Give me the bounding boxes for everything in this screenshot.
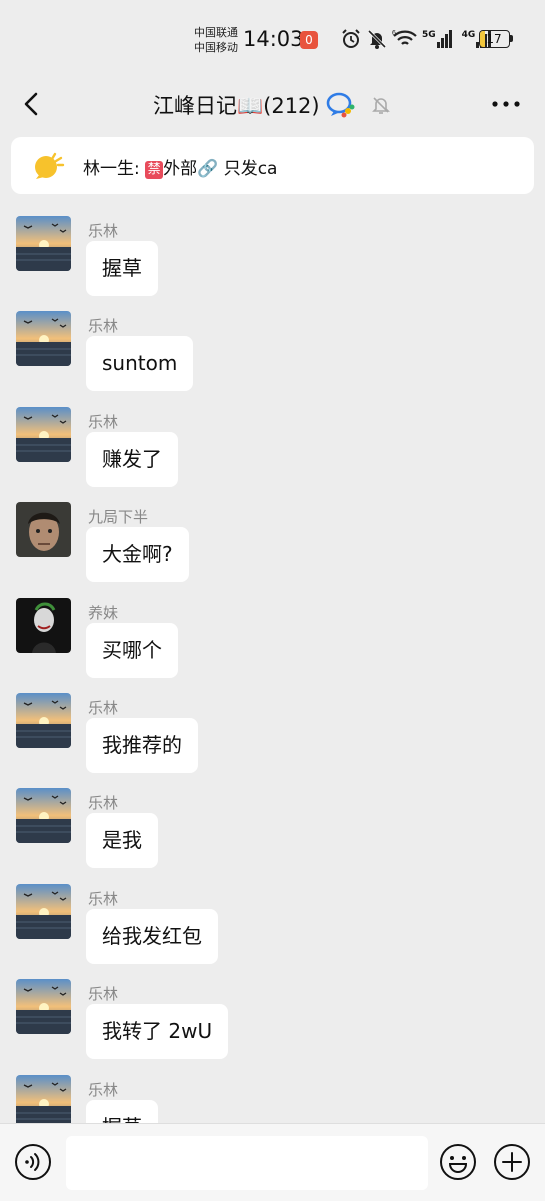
message-row: 乐林握草 — [0, 1064, 545, 1123]
message-bubble[interactable]: 握草 — [86, 1099, 158, 1123]
carrier-1: 中国联通 — [194, 26, 238, 39]
message-bubble[interactable]: 我推荐的 — [86, 718, 198, 773]
avatar[interactable] — [16, 311, 71, 367]
sender-name: 乐林 — [88, 985, 119, 1004]
notification-badge: 0 — [300, 31, 318, 49]
carrier-labels: 中国联通 中国移动 — [194, 25, 238, 55]
network-5g-label: 5G — [422, 30, 436, 40]
emoji-icon — [440, 1144, 476, 1180]
voice-icon — [15, 1144, 51, 1180]
more-icon — [492, 101, 520, 107]
message-row: 乐林 我推荐的 — [0, 682, 545, 773]
back-icon — [24, 92, 38, 116]
message-bubble[interactable]: suntom — [86, 336, 194, 392]
more-button[interactable] — [490, 94, 522, 114]
avatar[interactable] — [16, 788, 71, 844]
input-bar — [0, 1123, 545, 1201]
message-row: 养妹 买哪个 — [0, 587, 545, 678]
sender-name: 乐林 — [88, 222, 119, 240]
message-list[interactable]: 乐林 握草 乐林 suntom 乐林 赚发了 九局下半 大金啊? 养妹 买哪个 乐林 我推荐的 乐林 是我… — [0, 205, 545, 1123]
carrier-2: 中国移动 — [194, 41, 238, 54]
avatar[interactable] — [16, 693, 71, 748]
voice-button[interactable] — [14, 1143, 52, 1181]
message-bubble[interactable]: 握草 — [86, 241, 158, 296]
wifi-icon: 6 — [392, 30, 417, 45]
message-row: 乐林 赚发了 — [0, 396, 545, 487]
avatar[interactable] — [16, 216, 71, 271]
group-badge-icon — [326, 92, 355, 118]
message-row: 乐林握草 — [0, 205, 545, 296]
avatar[interactable] — [16, 597, 71, 653]
message-row: 乐林 给我发红包 — [0, 873, 545, 964]
pinned-text: 林一生: 禁外部🔗 只发ca — [83, 154, 277, 179]
signal-5g-icon: 5G — [422, 30, 452, 48]
mute-bell-icon — [371, 97, 390, 114]
battery-percent: 17 — [486, 32, 502, 46]
message-bubble[interactable]: 赚发了 — [86, 431, 178, 487]
pinned-sender: 林一生: — [83, 159, 140, 179]
message-bubble[interactable]: 大金啊? — [86, 527, 189, 583]
network-4g-label: 4G — [461, 30, 476, 40]
sender-name: 乐林 — [88, 1080, 119, 1099]
sender-name: 乐林 — [88, 794, 119, 813]
chat-title-area[interactable]: 江峰日记📖(212) — [153, 88, 392, 122]
avatar[interactable] — [16, 502, 71, 558]
sender-name: 乐林 — [88, 317, 119, 336]
mute-icon — [367, 29, 387, 49]
svg-text:6: 6 — [392, 30, 396, 37]
status-icons: 6 5G 4G — [340, 28, 492, 50]
message-input[interactable] — [66, 1136, 428, 1190]
chat-header: 江峰日记📖(212) — [0, 80, 545, 130]
message-bubble[interactable]: 是我 — [86, 813, 158, 869]
battery-icon: 17 — [479, 30, 513, 48]
avatar[interactable] — [16, 406, 71, 462]
sender-name: 乐林 — [88, 889, 119, 908]
message-row: 乐林 我转了 2wU — [0, 968, 545, 1060]
status-time: 14:03 — [243, 27, 304, 51]
emoji-button[interactable] — [439, 1143, 477, 1181]
avatar[interactable] — [16, 1074, 71, 1123]
avatar[interactable] — [16, 883, 71, 939]
chat-title: 江峰日记📖(212) — [153, 94, 320, 118]
status-bar: 中国联通 中国移动 14:03 0 6 5G 4G 17 — [0, 0, 545, 80]
pinned-message: 外部🔗 只发ca — [163, 159, 278, 179]
message-row: 乐林 是我 — [0, 777, 545, 869]
ban-badge: 禁 — [145, 161, 164, 179]
avatar[interactable] — [16, 979, 71, 1035]
sender-name: 九局下半 — [88, 508, 149, 527]
alarm-icon — [342, 29, 360, 48]
plus-icon — [494, 1144, 530, 1180]
message-bubble[interactable]: 给我发红包 — [86, 908, 218, 964]
sender-name: 养妹 — [88, 603, 119, 622]
announcement-icon — [35, 152, 65, 179]
message-bubble[interactable]: 买哪个 — [86, 622, 178, 678]
sender-name: 乐林 — [88, 699, 119, 717]
message-bubble[interactable]: 我转了 2wU — [86, 1004, 229, 1060]
message-row: 九局下半 大金啊? — [0, 491, 545, 583]
sender-name: 乐林 — [88, 412, 119, 431]
message-row: 乐林 suntom — [0, 300, 545, 392]
pinned-notice[interactable]: 林一生: 禁外部🔗 只发ca — [11, 137, 534, 194]
plus-button[interactable] — [493, 1143, 531, 1181]
back-button[interactable] — [18, 88, 46, 120]
